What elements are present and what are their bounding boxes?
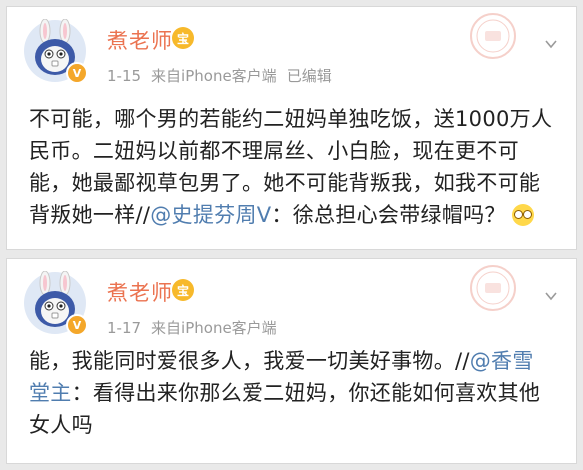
chevron-down-icon[interactable] (544, 37, 558, 51)
weibo-post: V 煮老师 宝 1-15 来自iPhone客户端 已编辑 不可能，哪个男的若能约二妞… (6, 6, 577, 250)
verified-badge: V (66, 314, 88, 336)
post-source[interactable]: 来自iPhone客户端 (151, 67, 277, 85)
weibo-post: V 煮老师 宝 1-17 来自iPhone客户端 能，我能同时爱很多人，我爱一切美… (6, 258, 577, 464)
username[interactable]: 煮老师 (107, 25, 173, 55)
post-text: 能，我能同时爱很多人，我爱一切美好事物。//@香雪堂主：看得出来你那么爱二妞妈，… (29, 345, 554, 441)
stamp-icon (470, 265, 516, 311)
post-text: 不可能，哪个男的若能约二妞妈单独吃饭，送1000万人民币。二妞妈以前都不理屌丝、… (29, 103, 554, 231)
post-text-reply: ：看得出来你那么爱二妞妈，你还能如何喜欢其他女人吗 (29, 381, 541, 437)
mention-link[interactable]: @史提芬周V (150, 203, 271, 227)
stamp-icon (470, 13, 516, 59)
avatar[interactable]: V (23, 270, 88, 336)
post-source[interactable]: 来自iPhone客户端 (151, 319, 277, 337)
chevron-down-icon[interactable] (544, 289, 558, 303)
username[interactable]: 煮老师 (107, 277, 173, 307)
post-meta: 1-17 来自iPhone客户端 (107, 317, 287, 338)
member-crown-icon[interactable]: 宝 (172, 279, 194, 301)
post-time[interactable]: 1-17 (107, 319, 141, 337)
post-meta: 1-15 来自iPhone客户端 已编辑 (107, 65, 342, 86)
avatar[interactable]: V (23, 18, 88, 84)
post-text-main: 能，我能同时爱很多人，我爱一切美好事物。// (29, 349, 470, 373)
verified-badge: V (66, 62, 88, 84)
post-text-reply: ：徐总担心会带绿帽吗？ (271, 203, 506, 227)
glasses-emoji-icon (511, 204, 534, 226)
member-crown-icon[interactable]: 宝 (172, 27, 194, 49)
post-time[interactable]: 1-15 (107, 67, 141, 85)
edited-label: 已编辑 (286, 67, 332, 85)
